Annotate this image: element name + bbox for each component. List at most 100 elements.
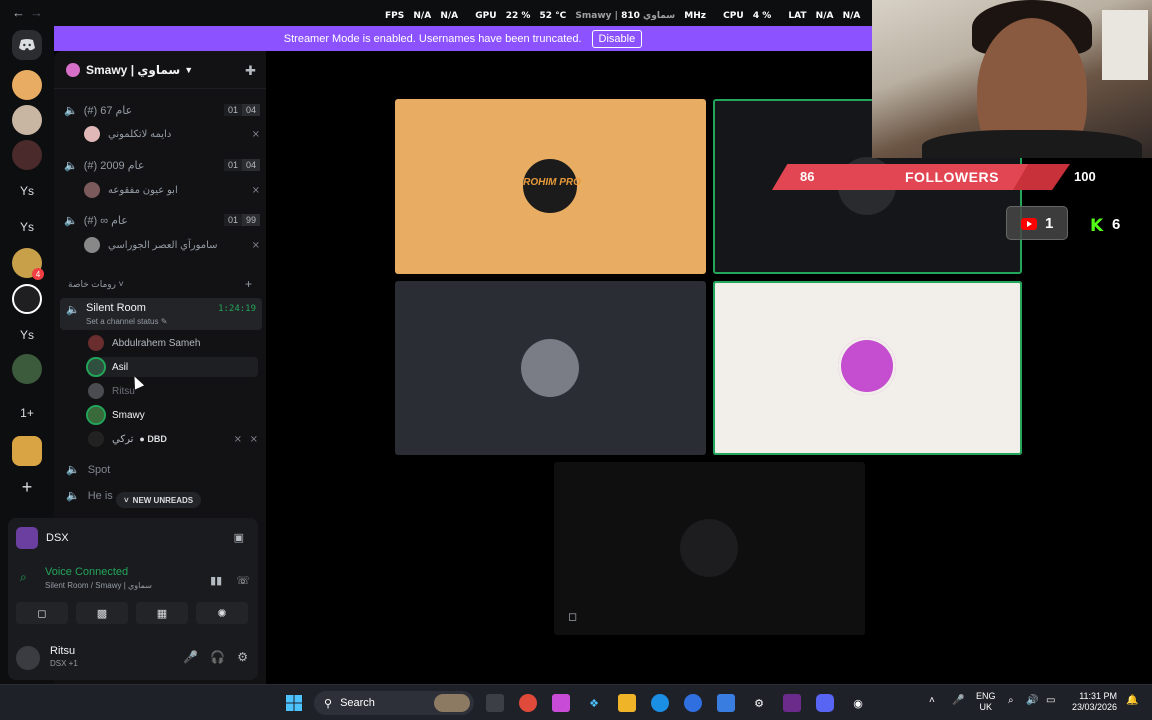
avatar	[88, 335, 104, 351]
channel-status[interactable]: Set a channel status ✎	[86, 317, 167, 326]
lat-label: LAT	[788, 11, 807, 21]
voice-channel-67[interactable]: 🔈 (#) 67 عام 01 04	[64, 100, 260, 120]
voice-member[interactable]: دايمه لاتكلموني ⨯	[84, 124, 260, 144]
gear-icon[interactable]: ⚙	[237, 650, 248, 664]
server-4[interactable]: 4	[12, 248, 44, 280]
share-screen-button[interactable]: ▩	[76, 602, 128, 624]
voice-member-ritsu[interactable]: Ritsu	[88, 381, 258, 401]
activities-button[interactable]: ▦	[136, 602, 188, 624]
app-icon-purple[interactable]	[783, 694, 801, 712]
discord-home-icon[interactable]	[12, 30, 42, 60]
file-explorer-icon[interactable]	[618, 694, 636, 712]
clock-time: 11:31 PM	[1079, 691, 1118, 701]
obs-icon[interactable]: ◉	[849, 694, 867, 712]
voice-member-asil[interactable]: Asil	[86, 357, 258, 377]
voice-member-abdulrahem[interactable]: Abdulrahem Sameh	[88, 333, 258, 353]
taskbar-search[interactable]: ⚲ Search	[314, 691, 474, 715]
voice-member-turki[interactable]: تركي ● DBD ⨯ ⨯	[88, 429, 258, 449]
store-icon[interactable]	[717, 694, 735, 712]
voice-member[interactable]: ابو عيون مفقوعه ⨯	[84, 180, 260, 200]
deafened-icon: ⨯	[251, 184, 260, 196]
back-arrow-icon[interactable]: ←	[12, 5, 25, 20]
vscode-icon[interactable]: ❖	[585, 694, 603, 712]
speaker-icon: 🔈	[64, 159, 78, 172]
tile-pink-avatar[interactable]	[713, 281, 1022, 455]
server-ys-2[interactable]: Ys	[12, 212, 42, 242]
fps-value: N/A	[413, 11, 432, 21]
chrome-icon[interactable]	[519, 694, 537, 712]
disconnect-icon[interactable]: ☏	[236, 574, 250, 587]
forward-arrow-icon[interactable]: →	[30, 5, 43, 20]
task-view-icon[interactable]	[486, 694, 504, 712]
tile-asil[interactable]	[395, 281, 706, 455]
edge-icon[interactable]	[651, 694, 669, 712]
new-unreads-pill[interactable]: ˅ NEW UNREADS	[116, 492, 202, 508]
voice-connected-label: Voice Connected	[45, 566, 129, 578]
server-smawy[interactable]	[12, 284, 42, 314]
activity-row[interactable]: DSX	[16, 526, 69, 550]
server-ys-3[interactable]: Ys	[12, 320, 42, 350]
microphone-icon[interactable]: 🎤	[183, 650, 198, 664]
volume-icon[interactable]: 🔊	[1026, 695, 1038, 706]
taskbar-clock[interactable]: 11:31 PM 23/03/2026	[1072, 691, 1117, 713]
server-1plus[interactable]: 1+	[12, 398, 42, 428]
discord-taskbar-icon[interactable]	[816, 694, 834, 712]
member-name: Smawy	[112, 409, 145, 421]
server-rohimpro[interactable]	[12, 70, 42, 100]
current-user[interactable]: Ritsu DSX +1 🎤 🎧 ⚙	[14, 642, 254, 674]
voice-channel-spot[interactable]: 🔈 Spot	[66, 463, 110, 477]
chevron-up-icon[interactable]: ˄	[929, 695, 935, 706]
youtube-icon	[1021, 218, 1037, 230]
noise-suppression-icon[interactable]: ▮▮	[210, 574, 222, 587]
webcam-window	[1102, 10, 1148, 80]
member-name: دايمه لاتكلموني	[108, 128, 172, 140]
battery-icon[interactable]: ▭	[1046, 695, 1055, 706]
tile-rohimpro[interactable]: ROHIM PRO	[395, 99, 706, 274]
settings-app-icon[interactable]: ⚙	[750, 694, 768, 712]
server-5[interactable]	[12, 354, 42, 384]
user-limit: 01 99	[223, 214, 260, 226]
avatar	[680, 519, 738, 577]
invite-people-icon[interactable]: ✚	[245, 63, 256, 79]
user-status: DSX +1	[50, 659, 78, 668]
disable-streamer-mode-button[interactable]: Disable	[591, 29, 643, 48]
tile-dark-2[interactable]: ◻	[554, 462, 865, 635]
server-6[interactable]	[12, 436, 42, 466]
category-private-rooms[interactable]: رومات خاصة ˅	[68, 279, 124, 290]
language-indicator[interactable]: ENG UK	[976, 691, 996, 713]
server-3[interactable]	[12, 140, 42, 170]
create-channel-icon[interactable]: +	[245, 277, 252, 291]
streamer-mode-text: Streamer Mode is enabled. Usernames have…	[283, 32, 582, 45]
performance-overlay: FPS N/A N/A GPU 22 % 52 °C Smawy | سماوي…	[385, 11, 866, 21]
voice-member[interactable]: سامورآي العصر الجوراسي ⨯	[84, 235, 260, 255]
followers-goal-bar: 86 FOLLOWERS	[772, 164, 1070, 190]
edge-dev-icon[interactable]	[684, 694, 702, 712]
voice-channel-infinity[interactable]: 🔈 (#) ∞ عام 01 99	[64, 210, 260, 230]
voice-channel-silent-room[interactable]: 🔈 Silent Room Set a channel status ✎ 1:2…	[60, 298, 262, 330]
language-code: ENG	[976, 691, 996, 701]
microphone-tray-icon[interactable]: 🎤	[952, 695, 964, 706]
camera-off-button[interactable]: ◻	[16, 602, 68, 624]
windows-taskbar: ⚲ Search ❖ ⚙ ◉ ˄ 🎤 ENG UK ⌕ 🔊 ▭ 11:31 PM …	[0, 684, 1152, 720]
clock-date: 23/03/2026	[1072, 702, 1118, 712]
windows-start-icon[interactable]	[285, 694, 303, 712]
activities-icon: ▦	[156, 607, 168, 620]
followers-current: 86	[800, 169, 815, 184]
voice-member-smawy[interactable]: Smawy	[86, 405, 258, 425]
chevron-down-icon: ▼	[184, 64, 194, 75]
notification-bell-icon[interactable]: 🔔	[1126, 695, 1138, 706]
server-ys-1[interactable]: Ys	[12, 176, 42, 206]
voice-channel-2009[interactable]: 🔈 (#) 2009 عام 01 04	[64, 155, 260, 175]
add-server-icon[interactable]: +	[12, 472, 42, 502]
wifi-icon[interactable]: ⌕	[1008, 695, 1014, 706]
server-2[interactable]	[12, 105, 42, 135]
voice-channel-he-is[interactable]: 🔈 He is	[66, 489, 113, 503]
channel-name: He is	[87, 489, 113, 502]
screen-share-icon[interactable]: ▣	[234, 531, 244, 544]
copilot-icon[interactable]	[552, 694, 570, 712]
new-unreads-label: NEW UNREADS	[132, 495, 194, 505]
server-header[interactable]: Smawy | سماوي ▼ ✚	[54, 51, 266, 89]
soundboard-button[interactable]: ✺	[196, 602, 248, 624]
headphones-icon[interactable]: 🎧	[210, 650, 225, 664]
voice-controls: ▮▮ ☏	[210, 574, 250, 587]
